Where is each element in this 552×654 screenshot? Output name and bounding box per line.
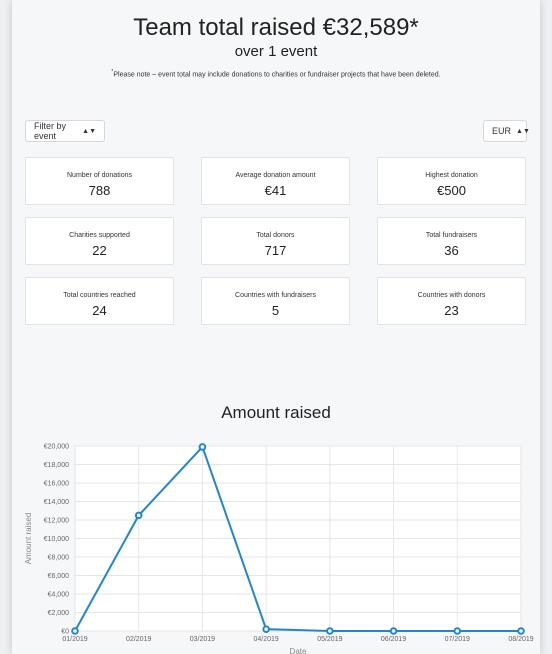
stat-value: 788 <box>88 183 111 198</box>
x-tick-label: 04/2019 <box>253 636 278 643</box>
stat-label: Total countries reached <box>63 292 136 299</box>
y-tick-label: €10,000 <box>44 536 69 543</box>
stat-value: €41 <box>264 183 287 198</box>
deletion-note: *Please note – event total may include d… <box>12 69 540 78</box>
y-tick-label: €14,000 <box>44 499 69 506</box>
stat-value: 22 <box>92 243 107 258</box>
sort-caret-icon: ▲▼ <box>82 127 96 135</box>
stat-card-donor-countries: Countries with donors 23 <box>377 277 526 325</box>
stat-card-charities: Charities supported 22 <box>25 217 174 265</box>
stat-label: Countries with fundraisers <box>235 292 316 299</box>
stat-label: Highest donation <box>425 172 478 179</box>
event-filter-select[interactable]: Filter by event ▲▼ <box>25 120 105 142</box>
data-point <box>453 627 462 635</box>
stat-value: 24 <box>92 303 107 318</box>
event-filter-label: Filter by event <box>34 121 67 141</box>
stat-label: Total fundraisers <box>425 232 478 239</box>
data-point <box>326 627 334 635</box>
currency-label: EUR <box>492 126 512 136</box>
x-axis-title: Date <box>290 647 307 654</box>
y-tick-label: €16,000 <box>44 481 69 488</box>
y-tick-label: €2,000 <box>48 610 70 617</box>
x-tick-label: 07/2019 <box>445 636 470 643</box>
y-axis-title: Amount raised <box>24 513 33 565</box>
y-tick-label: €12,000 <box>44 518 69 525</box>
y-tick-label: €18,000 <box>44 462 69 469</box>
x-tick-label: 02/2019 <box>126 636 151 643</box>
y-tick-label: €6,000 <box>48 573 70 580</box>
chart-title: Amount raised <box>221 403 331 422</box>
dashboard-panel: Team total raised €32,589* over 1 event … <box>12 0 540 654</box>
x-tick-label: 06/2019 <box>381 636 406 643</box>
y-tick-label: €8,000 <box>48 555 70 562</box>
note-text: Please note – event total may include do… <box>113 71 441 79</box>
data-point <box>134 511 143 520</box>
x-tick-label: 01/2019 <box>62 636 87 643</box>
x-tick-label: 03/2019 <box>190 636 215 643</box>
data-point <box>198 443 207 451</box>
y-tick-label: €0 <box>61 629 69 636</box>
stat-label: Average donation amount <box>235 172 316 179</box>
stat-label: Countries with donors <box>417 292 486 299</box>
y-tick-label: €20,000 <box>44 444 69 451</box>
x-tick-label: 05/2019 <box>317 636 342 643</box>
page-title: Team total raised €32,589* <box>133 14 419 41</box>
stat-card-fundraisers: Total fundraisers 36 <box>377 217 526 265</box>
x-tick-label: 08/2019 <box>508 636 533 643</box>
y-tick-label: €4,000 <box>48 592 70 599</box>
stat-card-donors: Total donors 717 <box>201 217 350 265</box>
stat-card-highest: Highest donation €500 <box>377 157 526 205</box>
stat-label: Charities supported <box>69 232 130 239</box>
data-point <box>389 627 398 635</box>
data-point <box>262 625 270 633</box>
stat-label: Total donors <box>256 232 295 239</box>
stat-card-fundraiser-countries: Countries with fundraisers 5 <box>201 277 350 325</box>
stat-value: 717 <box>264 243 287 258</box>
data-point <box>71 627 79 635</box>
stat-label: Number of donations <box>67 172 132 179</box>
sort-caret-icon: ▲▼ <box>516 127 530 135</box>
stat-card-countries: Total countries reached 24 <box>25 277 174 325</box>
stat-card-average: Average donation amount €41 <box>201 157 350 205</box>
stat-value: 5 <box>271 303 280 318</box>
data-point <box>517 627 525 635</box>
page-subtitle: over 1 event <box>234 43 318 60</box>
stat-value: 36 <box>444 243 459 258</box>
stat-value: 23 <box>444 303 459 318</box>
stat-value: €500 <box>437 183 466 198</box>
stat-card-donations: Number of donations 788 <box>25 157 174 205</box>
currency-select[interactable]: EUR ▲▼ <box>483 120 530 142</box>
amount-raised-chart: €0 €2,000 €4,000 €6,000 €8,000 €10,000 €12,000… <box>24 443 534 654</box>
